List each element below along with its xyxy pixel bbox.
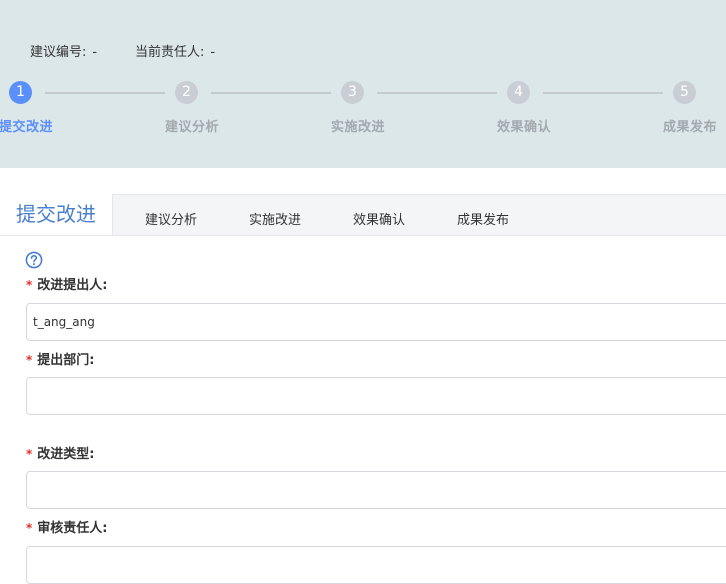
current-owner-value: -	[210, 45, 216, 60]
reviewer-input[interactable]	[26, 546, 726, 584]
improvement-type-label-text: 改进类型:	[37, 447, 95, 462]
tab-implement-improvement[interactable]: 实施改进	[249, 209, 301, 228]
suggestion-number-value: -	[92, 45, 98, 60]
proposer-input[interactable]	[26, 303, 726, 341]
department-label-text: 提出部门:	[37, 353, 95, 368]
tab-effect-confirmation[interactable]: 效果确认	[353, 209, 405, 228]
current-owner-label: 当前责任人:	[135, 45, 205, 60]
suggestion-number-label: 建议编号:	[30, 45, 87, 60]
step-connector	[377, 92, 497, 94]
proposer-label: * 改进提出人:	[26, 274, 107, 293]
improvement-type-label: * 改进类型:	[26, 443, 94, 462]
suggestion-number: 建议编号: -	[30, 41, 97, 60]
step-connector	[543, 92, 663, 94]
required-marker: *	[26, 447, 33, 461]
step-4-indicator[interactable]: 4	[507, 81, 530, 104]
reviewer-label: * 审核责任人:	[26, 517, 107, 536]
department-label: * 提出部门:	[26, 349, 94, 368]
question-circle-icon[interactable]	[25, 251, 43, 269]
step-1-indicator[interactable]: 1	[9, 81, 32, 104]
tab-submit-improvement[interactable]: 提交改进	[0, 194, 113, 235]
step-2-indicator[interactable]: 2	[175, 81, 198, 104]
proposer-label-text: 改进提出人:	[37, 278, 108, 293]
step-1-label: 提交改进	[0, 120, 54, 135]
step-5-indicator[interactable]: 5	[673, 81, 696, 104]
tab-suggestion-analysis[interactable]: 建议分析	[145, 209, 197, 228]
current-owner: 当前责任人: -	[135, 41, 215, 60]
step-3-indicator[interactable]: 3	[341, 81, 364, 104]
process-header: 建议编号: - 当前责任人: - 1 2 3 4 5 提交改进 建议分析 实施改进 …	[0, 0, 726, 168]
required-marker: *	[26, 353, 33, 367]
step-4-label: 效果确认	[497, 120, 552, 135]
tab-result-release[interactable]: 成果发布	[457, 209, 509, 228]
tab-bar: 提交改进 建议分析 实施改进 效果确认 成果发布	[0, 194, 726, 236]
step-5-label: 成果发布	[663, 120, 718, 135]
required-marker: *	[26, 278, 33, 292]
step-connector	[45, 92, 165, 94]
step-3-label: 实施改进	[331, 120, 386, 135]
department-input[interactable]	[26, 377, 726, 415]
reviewer-label-text: 审核责任人:	[37, 521, 108, 536]
step-2-label: 建议分析	[165, 120, 220, 135]
required-marker: *	[26, 521, 33, 535]
step-connector	[211, 92, 331, 94]
improvement-type-input[interactable]	[26, 471, 726, 509]
